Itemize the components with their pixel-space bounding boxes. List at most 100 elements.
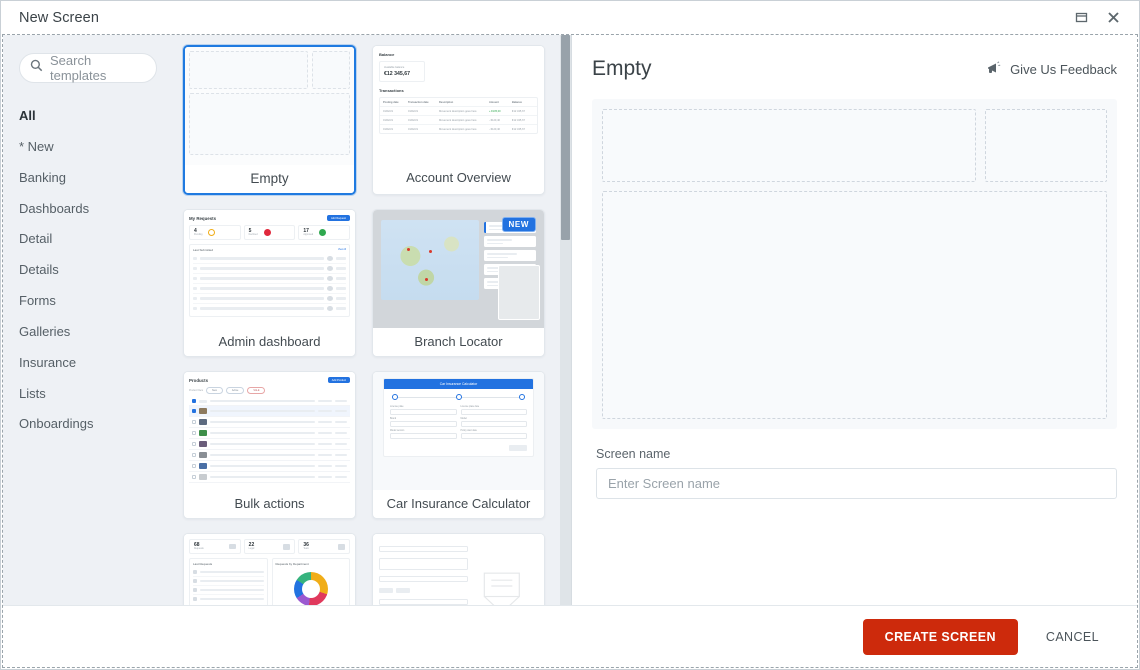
thumb-balance-heading: Balance xyxy=(379,52,395,57)
map-image xyxy=(381,220,479,300)
thumb-title: My Requests xyxy=(189,215,217,221)
preview-placeholder-large xyxy=(602,109,976,182)
table-row: 01/02/21 01/02/21 Movement description g… xyxy=(380,116,537,125)
category-item-details[interactable]: Details xyxy=(3,255,173,286)
list-item xyxy=(193,586,264,595)
create-screen-button[interactable]: CREATE SCREEN xyxy=(862,618,1018,655)
close-icon[interactable] xyxy=(1097,3,1129,33)
category-item-banking[interactable]: Banking xyxy=(3,163,173,194)
table-row xyxy=(189,461,350,472)
screen-name-input[interactable]: Enter Screen name xyxy=(596,468,1117,499)
field-label: Brand xyxy=(390,418,397,420)
stat-caption: Pending xyxy=(194,234,203,236)
template-thumbnail-empty xyxy=(185,47,354,165)
table-row xyxy=(189,428,350,439)
template-card-form[interactable] xyxy=(372,533,545,605)
template-card-car-insurance-calculator[interactable]: Car Insurance Calculator License plate L… xyxy=(372,371,545,519)
form-field: Model xyxy=(460,418,527,427)
template-card-empty[interactable]: Empty xyxy=(183,45,356,195)
preview-header: Empty Give Us Feedback xyxy=(592,53,1117,99)
dialog-body: Search templates All * New Banking Dashb… xyxy=(2,34,1138,668)
list-item xyxy=(193,254,346,264)
category-item-insurance[interactable]: Insurance xyxy=(3,348,173,379)
category-item-all[interactable]: All xyxy=(3,101,173,132)
form-field: Brand xyxy=(390,418,457,427)
template-thumbnail-account-overview: Balance Available balance €12 345,67 Tra… xyxy=(373,46,544,164)
category-item-lists[interactable]: Lists xyxy=(3,379,173,410)
table-row xyxy=(189,439,350,450)
new-screen-dialog: New Screen Search templates All * New Ba… xyxy=(0,0,1140,670)
thumb-list: Last Submitted View All xyxy=(189,244,350,317)
search-placeholder: Search templates xyxy=(50,53,107,83)
thumb-balance-amount: €12 345,67 xyxy=(384,71,410,77)
scrollbar-thumb[interactable] xyxy=(561,35,570,240)
clock-icon xyxy=(208,229,216,236)
cell: 01/02/21 xyxy=(383,118,394,122)
template-card-bulk-actions[interactable]: Products Add Product Product filters New… xyxy=(183,371,356,519)
template-card-branch-locator[interactable]: NEW Branch Locator xyxy=(372,209,545,357)
thumb-header: Car Insurance Calculator xyxy=(384,379,533,389)
content-row: Search templates All * New Banking Dashb… xyxy=(3,35,1137,605)
title-bar: New Screen xyxy=(1,1,1139,34)
list-item xyxy=(193,595,264,603)
list-item xyxy=(193,577,264,586)
people-icon xyxy=(338,543,346,550)
search-input[interactable]: Search templates xyxy=(19,53,157,83)
category-item-forms[interactable]: Forms xyxy=(3,286,173,317)
template-card-account-overview[interactable]: Balance Available balance €12 345,67 Tra… xyxy=(372,45,545,195)
stat-item: 68 Requests xyxy=(189,539,241,554)
table-row xyxy=(189,417,350,428)
thumb-transactions-table: Posting date Transaction date Descriptio… xyxy=(379,97,538,134)
wizard-steps xyxy=(384,389,533,403)
search-icon xyxy=(30,59,43,77)
cell: 01/02/21 xyxy=(383,109,394,113)
placeholder-box xyxy=(312,51,350,89)
step-indicator xyxy=(519,394,525,400)
stat-item: 22 Legal xyxy=(243,539,296,554)
preview-placeholder-small xyxy=(985,109,1107,182)
template-label: Account Overview xyxy=(373,164,544,192)
category-item-dashboards[interactable]: Dashboards xyxy=(3,194,173,225)
placeholder-box xyxy=(189,51,308,89)
category-item-new[interactable]: * New xyxy=(3,132,173,163)
list-item xyxy=(193,294,346,304)
cancel-button[interactable]: CANCEL xyxy=(1040,629,1105,645)
stat-caption: Legal xyxy=(248,548,255,550)
stat-caption: Declined xyxy=(248,234,258,236)
field-label: Policy start date xyxy=(460,430,477,432)
list-item xyxy=(193,274,346,284)
field-label: License plate xyxy=(390,406,404,408)
templates-scrollbar[interactable] xyxy=(560,35,571,605)
monitor-icon xyxy=(228,544,236,549)
thumb-title: Products xyxy=(189,377,209,383)
cell: Movement description goes here xyxy=(439,118,477,122)
cell: Movement description goes here xyxy=(439,109,477,113)
table-header-row xyxy=(189,397,350,406)
give-us-feedback-link[interactable]: Give Us Feedback xyxy=(986,60,1117,78)
category-item-detail[interactable]: Detail xyxy=(3,224,173,255)
stat-caption: Approved xyxy=(303,234,314,236)
column-header: Transaction date xyxy=(408,100,429,104)
filter-chip: Active xyxy=(225,387,245,394)
table-row xyxy=(189,472,350,483)
template-label: Admin dashboard xyxy=(184,328,355,356)
stat-item: 36 Team xyxy=(298,539,351,554)
table-row xyxy=(189,406,350,417)
template-card-requests-dashboard[interactable]: 68 Requests 22 Legal 36 Team Last Reques… xyxy=(183,533,356,605)
cell: Movement description goes here xyxy=(439,127,477,131)
maximize-icon[interactable] xyxy=(1065,3,1097,33)
category-item-galleries[interactable]: Galleries xyxy=(3,317,173,348)
stat-item: 17 Approved xyxy=(298,225,351,240)
template-card-admin-dashboard[interactable]: My Requests Add Request 4 Pending 5 Decl… xyxy=(183,209,356,357)
template-grid-scroll[interactable]: Empty Balance Available balance €12 345,… xyxy=(173,35,571,605)
category-list: All * New Banking Dashboards Detail Deta… xyxy=(3,101,173,440)
templates-pane: Search templates All * New Banking Dashb… xyxy=(3,35,572,605)
branch-item xyxy=(484,236,536,247)
category-item-onboardings[interactable]: Onboardings xyxy=(3,409,173,440)
category-sidebar: Search templates All * New Banking Dashb… xyxy=(3,35,173,605)
preview-pane: Empty Give Us Feedback Screen name Enter… xyxy=(572,35,1137,605)
stat-item: 5 Declined xyxy=(243,225,296,240)
list-item xyxy=(193,304,346,313)
column-header: Description xyxy=(439,100,454,104)
list-title: Last Requests xyxy=(193,562,213,566)
